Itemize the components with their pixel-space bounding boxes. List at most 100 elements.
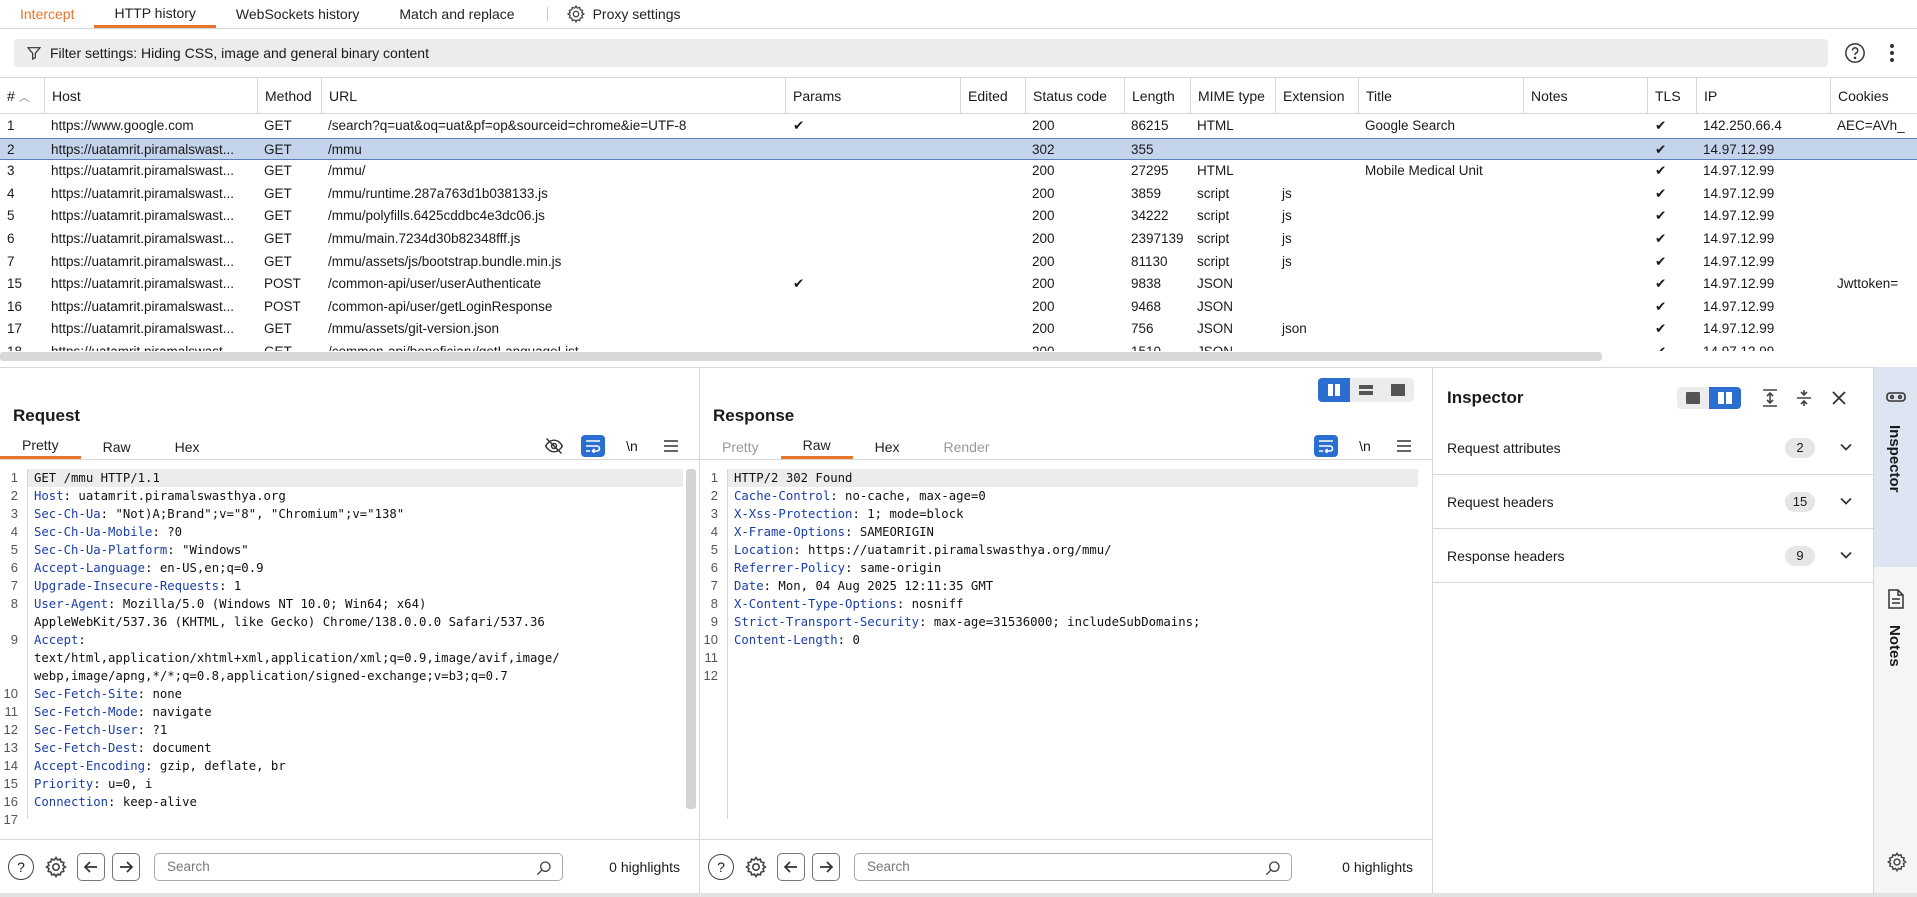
- tab-websockets-history[interactable]: WebSockets history: [216, 0, 379, 28]
- menu-icon[interactable]: [659, 434, 683, 458]
- table-row[interactable]: 3 https://uatamrit.piramalswast... GET/mmu…: [0, 160, 1917, 183]
- tab-proxy-settings[interactable]: Proxy settings: [560, 0, 701, 28]
- filter-bar[interactable]: Filter settings: Hiding CSS, image and g…: [14, 39, 1828, 67]
- request-search-input[interactable]: Search: [154, 852, 563, 881]
- inspector-section-request-headers[interactable]: Request headers 15: [1433, 475, 1873, 529]
- help-icon[interactable]: ?: [708, 853, 734, 880]
- request-tab-hex[interactable]: Hex: [153, 434, 222, 459]
- cell-ip: 14.97.12.99: [1703, 163, 1775, 179]
- word-wrap-icon[interactable]: [581, 435, 605, 457]
- help-icon[interactable]: ?: [8, 853, 34, 880]
- col-status-code[interactable]: Status code: [1025, 78, 1124, 114]
- col-title[interactable]: Title: [1358, 78, 1523, 114]
- cell-num: 17: [7, 321, 23, 337]
- word-wrap-icon[interactable]: [1314, 435, 1338, 457]
- inspector-layout-list-icon[interactable]: [1677, 387, 1709, 409]
- inspector-section-request-attributes[interactable]: Request attributes 2: [1433, 421, 1873, 475]
- table-row[interactable]: 6 https://uatamrit.piramalswast... GET/mmu…: [0, 228, 1917, 251]
- newline-icon[interactable]: \n: [1353, 434, 1377, 458]
- col-notes[interactable]: Notes: [1523, 78, 1647, 114]
- response-tab-render[interactable]: Render: [922, 434, 1012, 459]
- col-url[interactable]: URL: [321, 78, 785, 114]
- col-length[interactable]: Length: [1124, 78, 1190, 114]
- table-row[interactable]: 18https://uatamrit.piramalswast...GET/co…: [0, 341, 1917, 351]
- table-row[interactable]: 5 https://uatamrit.piramalswast... GET/mmu…: [0, 205, 1917, 228]
- cell-num: 18: [0, 341, 44, 351]
- cell-ext: json: [1282, 321, 1307, 337]
- cell-num: 15: [7, 276, 23, 292]
- col-params[interactable]: Params: [785, 78, 960, 114]
- response-tab-pretty[interactable]: Pretty: [700, 434, 781, 459]
- hide-non-printable-icon[interactable]: [542, 434, 566, 458]
- cell-ip: 142.250.66.4: [1703, 118, 1782, 133]
- inspector-section-response-headers[interactable]: Response headers 9: [1433, 529, 1873, 583]
- col-tls[interactable]: TLS: [1647, 78, 1696, 114]
- response-search-input[interactable]: Search: [854, 852, 1292, 881]
- newline-icon[interactable]: \n: [620, 434, 644, 458]
- gear-icon[interactable]: [1886, 851, 1908, 873]
- col-host[interactable]: Host: [44, 78, 257, 114]
- header-key: Cache-Control: [734, 489, 831, 503]
- layout-tabs-icon[interactable]: [1382, 378, 1414, 402]
- inspector-layout-split-icon[interactable]: [1709, 387, 1741, 409]
- response-tab-hex[interactable]: Hex: [853, 434, 922, 459]
- cell-edited: [960, 139, 1025, 161]
- cell-cookies: [1830, 251, 1917, 273]
- horizontal-scrollbar[interactable]: [0, 352, 1602, 361]
- col-number[interactable]: # ︿: [0, 78, 44, 114]
- code-line: Sec-Ch-Ua-Platform: "Windows": [34, 541, 249, 559]
- request-editor[interactable]: 1 GET /mmu HTTP/1.1 2 Host: uatamrit.pirama…: [0, 469, 690, 827]
- menu-icon[interactable]: [1392, 434, 1416, 458]
- line-number: 8: [10, 596, 18, 611]
- table-row[interactable]: 16 https://uatamrit.piramalswast... POST/c…: [0, 296, 1917, 319]
- table-row[interactable]: 7 https://uatamrit.piramalswast... GET/mmu…: [0, 251, 1917, 274]
- cell-title: [1358, 139, 1523, 161]
- code-line: Accept-Encoding: gzip, deflate, br: [34, 757, 286, 775]
- cell-mime: JSON: [1197, 298, 1234, 314]
- request-pane: Request Pretty Raw Hex \n 1 GET /mmu HTTP…: [0, 367, 700, 893]
- tab-intercept[interactable]: Intercept: [0, 0, 94, 28]
- collapse-all-icon[interactable]: [1792, 386, 1816, 410]
- more-options-icon[interactable]: [1880, 41, 1904, 65]
- previous-arrow-icon[interactable]: [777, 852, 805, 881]
- next-arrow-icon[interactable]: [112, 852, 140, 881]
- tab-http-history[interactable]: HTTP history: [94, 0, 216, 28]
- table-row[interactable]: 4 https://uatamrit.piramalswast... GET/mmu…: [0, 183, 1917, 206]
- request-tab-pretty[interactable]: Pretty: [0, 434, 81, 459]
- header-value: HTTP/2 302 Found: [734, 471, 853, 485]
- response-editor[interactable]: 1 HTTP/2 302 Found 2 Cache-Control: no-cach…: [700, 469, 1425, 819]
- request-scrollbar[interactable]: [686, 469, 696, 809]
- table-row[interactable]: 15 https://uatamrit.piramalswast... POST/c…: [0, 273, 1917, 296]
- expand-all-icon[interactable]: [1758, 386, 1782, 410]
- col-mime-type[interactable]: MIME type: [1190, 78, 1275, 114]
- col-extension[interactable]: Extension: [1275, 78, 1358, 114]
- table-row[interactable]: 1 https://www.google.com GET/search?q=uat&…: [0, 115, 1917, 138]
- response-tab-raw[interactable]: Raw: [780, 434, 853, 459]
- close-icon[interactable]: [1827, 386, 1851, 410]
- gear-icon[interactable]: [742, 853, 770, 881]
- sidebar-tab-notes[interactable]: Notes: [1874, 567, 1917, 697]
- cell-params: [785, 205, 960, 227]
- previous-arrow-icon[interactable]: [77, 852, 105, 881]
- tab-match-and-replace[interactable]: Match and replace: [379, 0, 534, 28]
- cell-ip: 14.97.12.99: [1703, 276, 1775, 292]
- cell-length: 355: [1131, 141, 1154, 157]
- col-cookies[interactable]: Cookies: [1830, 78, 1917, 114]
- col-method[interactable]: Method: [257, 78, 321, 114]
- code-line: Connection: keep-alive: [34, 793, 197, 811]
- layout-side-by-side-icon[interactable]: [1318, 378, 1350, 402]
- cell-cookies: [1830, 296, 1917, 318]
- layout-stacked-icon[interactable]: [1350, 378, 1382, 402]
- code-line: Sec-Fetch-Mode: navigate: [34, 703, 212, 721]
- sidebar-tab-inspector[interactable]: Inspector: [1874, 367, 1917, 567]
- inspector-icon: [1886, 392, 1906, 402]
- table-row[interactable]: 2 https://uatamrit.piramalswast... GET/mmu…: [0, 137, 1917, 161]
- next-arrow-icon[interactable]: [812, 852, 840, 881]
- table-row[interactable]: 17 https://uatamrit.piramalswast... GET/mm…: [0, 318, 1917, 341]
- col-ip[interactable]: IP: [1696, 78, 1830, 114]
- cell-notes: [1523, 296, 1647, 318]
- gear-icon[interactable]: [42, 853, 70, 881]
- col-edited[interactable]: Edited: [960, 78, 1025, 114]
- help-icon[interactable]: [1843, 41, 1867, 65]
- request-tab-raw[interactable]: Raw: [81, 434, 153, 459]
